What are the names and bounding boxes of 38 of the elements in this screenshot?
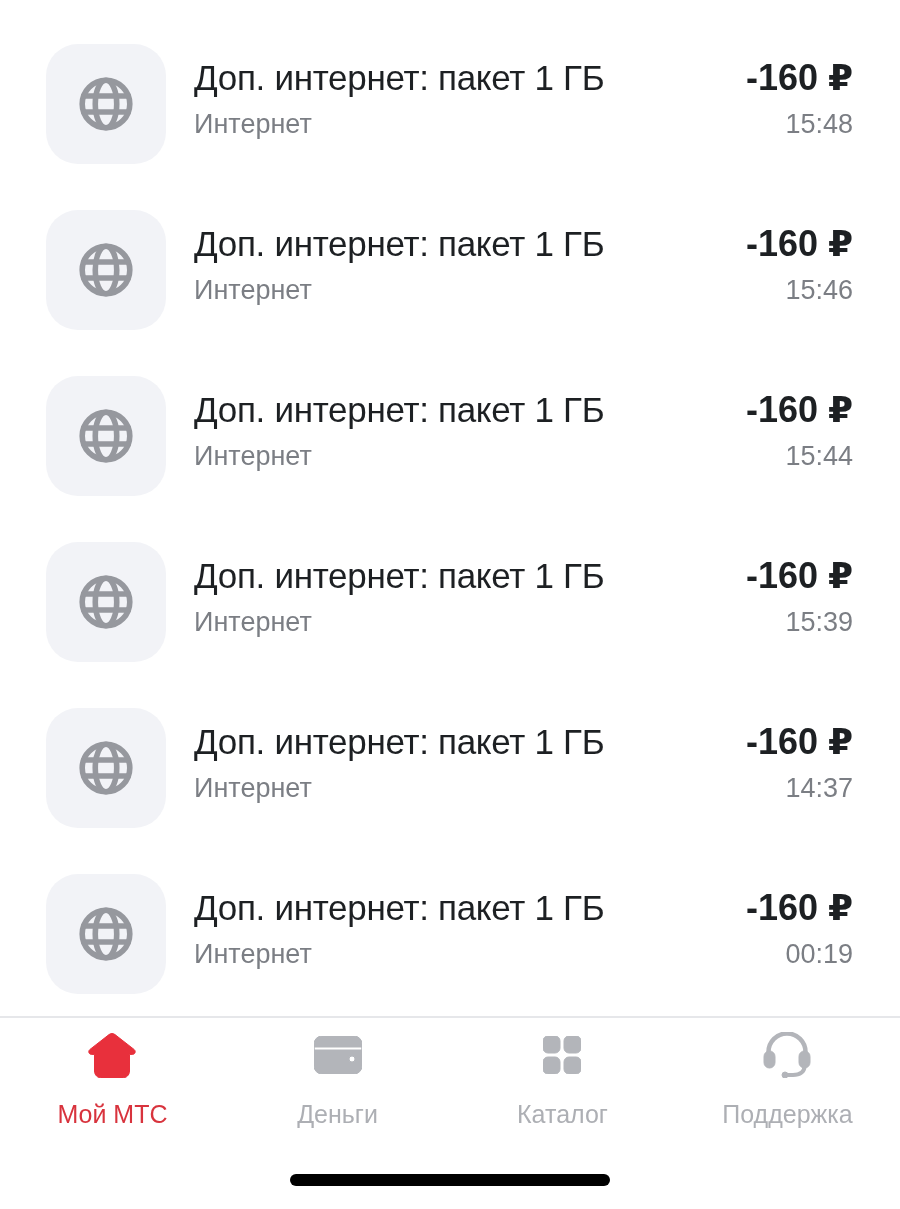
transaction-title: Доп. интернет: пакет 1 ГБ bbox=[194, 721, 606, 763]
globe-icon bbox=[46, 376, 166, 496]
globe-icon bbox=[46, 210, 166, 330]
headset-icon bbox=[763, 1032, 812, 1078]
transaction-time: 15:46 bbox=[785, 274, 853, 307]
tab-bar-item[interactable]: Деньги bbox=[297, 1018, 378, 1130]
transaction-title: Доп. интернет: пакет 1 ГБ bbox=[194, 223, 606, 265]
transaction-category: Интернет bbox=[194, 440, 313, 473]
transaction-time: 15:39 bbox=[785, 606, 853, 639]
tab-bar-item[interactable]: Поддержка bbox=[722, 1018, 853, 1130]
house-icon bbox=[87, 1032, 138, 1078]
transaction-category: Интернет bbox=[194, 108, 313, 141]
transaction-time: 15:44 bbox=[785, 440, 853, 473]
transaction-time: 00:19 bbox=[785, 938, 853, 971]
transaction-time: 14:37 bbox=[785, 772, 853, 805]
transaction-title: Доп. интернет: пакет 1 ГБ bbox=[194, 389, 606, 431]
globe-icon bbox=[46, 44, 166, 164]
wallet-icon bbox=[313, 1036, 362, 1074]
transaction-category: Интернет bbox=[194, 772, 313, 805]
transaction-category: Интернет bbox=[194, 274, 313, 307]
globe-icon bbox=[46, 874, 166, 994]
transaction-category: Интернет bbox=[194, 938, 313, 971]
transaction-amount: -160 ₽ bbox=[745, 554, 853, 598]
transaction-amount: -160 ₽ bbox=[745, 388, 853, 432]
transaction-amount: -160 ₽ bbox=[745, 222, 853, 266]
transaction-amount: -160 ₽ bbox=[745, 886, 853, 930]
transaction-title: Доп. интернет: пакет 1 ГБ bbox=[194, 555, 606, 597]
transaction-time: 15:48 bbox=[785, 108, 853, 141]
globe-icon bbox=[46, 542, 166, 662]
transaction-title: Доп. интернет: пакет 1 ГБ bbox=[194, 887, 606, 929]
tab-bar-item[interactable]: Каталог bbox=[517, 1018, 608, 1130]
transaction-amount: -160 ₽ bbox=[745, 56, 853, 100]
globe-icon bbox=[46, 708, 166, 828]
tab-bar-item[interactable]: Мой МТС bbox=[57, 1018, 168, 1130]
transaction-amount: -160 ₽ bbox=[745, 720, 853, 764]
transaction-title: Доп. интернет: пакет 1 ГБ bbox=[194, 57, 606, 99]
transaction-category: Интернет bbox=[194, 606, 313, 639]
grid-icon bbox=[543, 1036, 582, 1074]
